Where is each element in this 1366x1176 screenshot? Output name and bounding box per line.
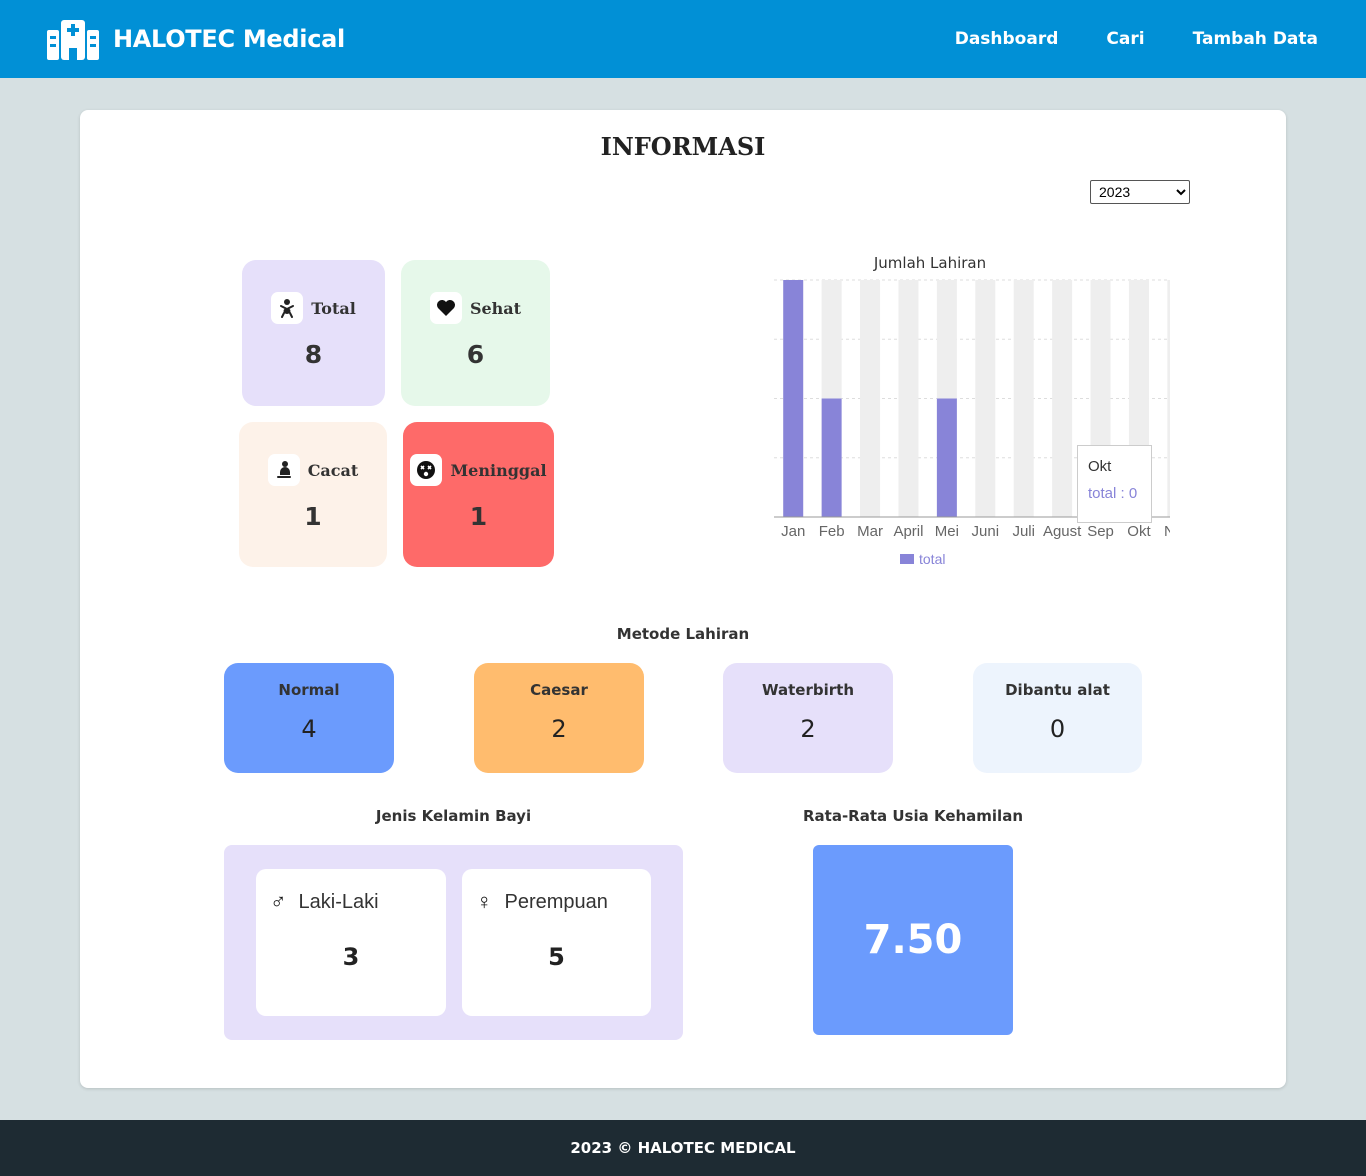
stat-total-label: Total (311, 298, 356, 318)
heart-icon (429, 292, 462, 324)
x-tick-label: Sep (1087, 523, 1114, 540)
stat-sehat-label: Sehat (469, 298, 522, 318)
bar-background (860, 280, 881, 517)
chart-plot: JanFebMarAprilMeiJuniJuliAgustSepOktNovD… (774, 279, 1170, 540)
stat-total: Total 8 (242, 260, 385, 406)
footer-text: 2023 © HALOTEC MEDICAL (570, 1139, 796, 1157)
stat-meninggal-value: 1 (469, 502, 488, 531)
x-tick-label: Juni (972, 523, 1000, 540)
baby-icon (271, 292, 304, 324)
method-dibantu-alat: Dibantu alat 0 (973, 663, 1142, 773)
average-value-box: 7.50 (813, 845, 1013, 1035)
bar-background (1052, 280, 1073, 517)
method-normal-label: Normal (278, 681, 340, 699)
average-title: Rata-Rata Usia Kehamilan (802, 807, 1024, 825)
method-normal-value: 4 (301, 715, 317, 743)
x-tick-label: April (893, 523, 923, 540)
legend-label: total (919, 551, 946, 567)
method-waterbirth: Waterbirth 2 (723, 663, 893, 773)
brand[interactable]: HALOTEC Medical (47, 18, 345, 60)
bar-background (898, 280, 919, 517)
x-tick-label: Mei (935, 523, 959, 540)
method-waterbirth-value: 2 (800, 715, 816, 743)
male-icon: ♂ (270, 889, 287, 914)
method-caesar-label: Caesar (530, 681, 588, 699)
bar-jan (783, 280, 804, 517)
nav-dashboard-link[interactable]: Dashboard (955, 29, 1059, 49)
stat-cacat-label: Cacat (307, 460, 359, 480)
x-tick-label: Feb (819, 523, 845, 540)
method-dibantu-alat-value: 0 (1049, 715, 1066, 743)
bar-background (1167, 280, 1170, 517)
brand-name: HALOTEC Medical (113, 25, 345, 53)
x-tick-label: Agust (1043, 523, 1082, 540)
x-tick-label: Okt (1127, 523, 1151, 540)
methods-title: Metode Lahiran (616, 625, 750, 643)
year-select[interactable]: 2023 (1090, 180, 1190, 204)
stat-total-value: 8 (304, 340, 323, 369)
gender-female-value: 5 (548, 943, 565, 971)
bar-background (975, 280, 996, 517)
average-value: 7.50 (863, 917, 963, 963)
stat-sehat: Sehat 6 (401, 260, 550, 406)
footer: 2023 © HALOTEC MEDICAL (0, 1120, 1366, 1176)
navbar: HALOTEC Medical Dashboard Cari Tambah Da… (0, 0, 1366, 78)
births-chart: Jumlah Lahiran Jan Feb Mar April Mei Juni Juli… (690, 250, 1170, 580)
nav-links: Dashboard Cari Tambah Data (955, 29, 1318, 49)
bar-background (1013, 280, 1034, 517)
nav-tambah-data-link[interactable]: Tambah Data (1193, 29, 1318, 49)
bar-feb (821, 398, 842, 517)
stat-meninggal-label: Meninggal (450, 460, 547, 480)
dizzy-face-icon (410, 454, 443, 486)
x-tick-label: Mar (857, 523, 883, 540)
bar-mei (936, 398, 957, 517)
child-icon (267, 454, 300, 486)
method-caesar: Caesar 2 (474, 663, 644, 773)
info-card: INFORMASI 2023 Total 8 Sehat 6 Cacat 1 M… (80, 110, 1286, 1088)
gender-title: Jenis Kelamin Bayi (375, 807, 532, 825)
method-caesar-value: 2 (551, 715, 567, 743)
stat-meninggal: Meninggal 1 (403, 422, 554, 567)
x-tick-label: Nov (1164, 523, 1170, 540)
page-title: INFORMASI (600, 132, 766, 161)
method-waterbirth-label: Waterbirth (762, 681, 854, 699)
x-tick-label: Jan (781, 523, 805, 540)
gender-female-card: ♀ Perempuan 5 (462, 869, 651, 1016)
nav-cari-link[interactable]: Cari (1106, 29, 1144, 49)
stat-cacat: Cacat 1 (239, 422, 387, 567)
stat-sehat-value: 6 (466, 340, 485, 369)
tooltip-value: total : 0 (1088, 485, 1138, 502)
method-dibantu-alat-label: Dibantu alat (1005, 681, 1110, 699)
female-icon: ♀ (476, 889, 493, 914)
chart-tooltip: Okt total : 0 (1077, 445, 1152, 523)
gender-panel: ♂ Laki-Laki 3 ♀ Perempuan 5 (224, 845, 683, 1040)
gender-male-label: Laki-Laki (298, 890, 379, 913)
hospital-icon (47, 20, 99, 60)
method-normal: Normal 4 (224, 663, 394, 773)
tooltip-month: Okt (1088, 458, 1112, 475)
gender-female-label: Perempuan (504, 890, 608, 913)
gender-male-card: ♂ Laki-Laki 3 (256, 869, 446, 1016)
gender-male-value: 3 (342, 943, 360, 971)
x-tick-label: Juli (1012, 523, 1035, 540)
chart-legend[interactable]: total (900, 551, 945, 567)
legend-swatch (900, 554, 914, 564)
stat-cacat-value: 1 (304, 502, 322, 531)
